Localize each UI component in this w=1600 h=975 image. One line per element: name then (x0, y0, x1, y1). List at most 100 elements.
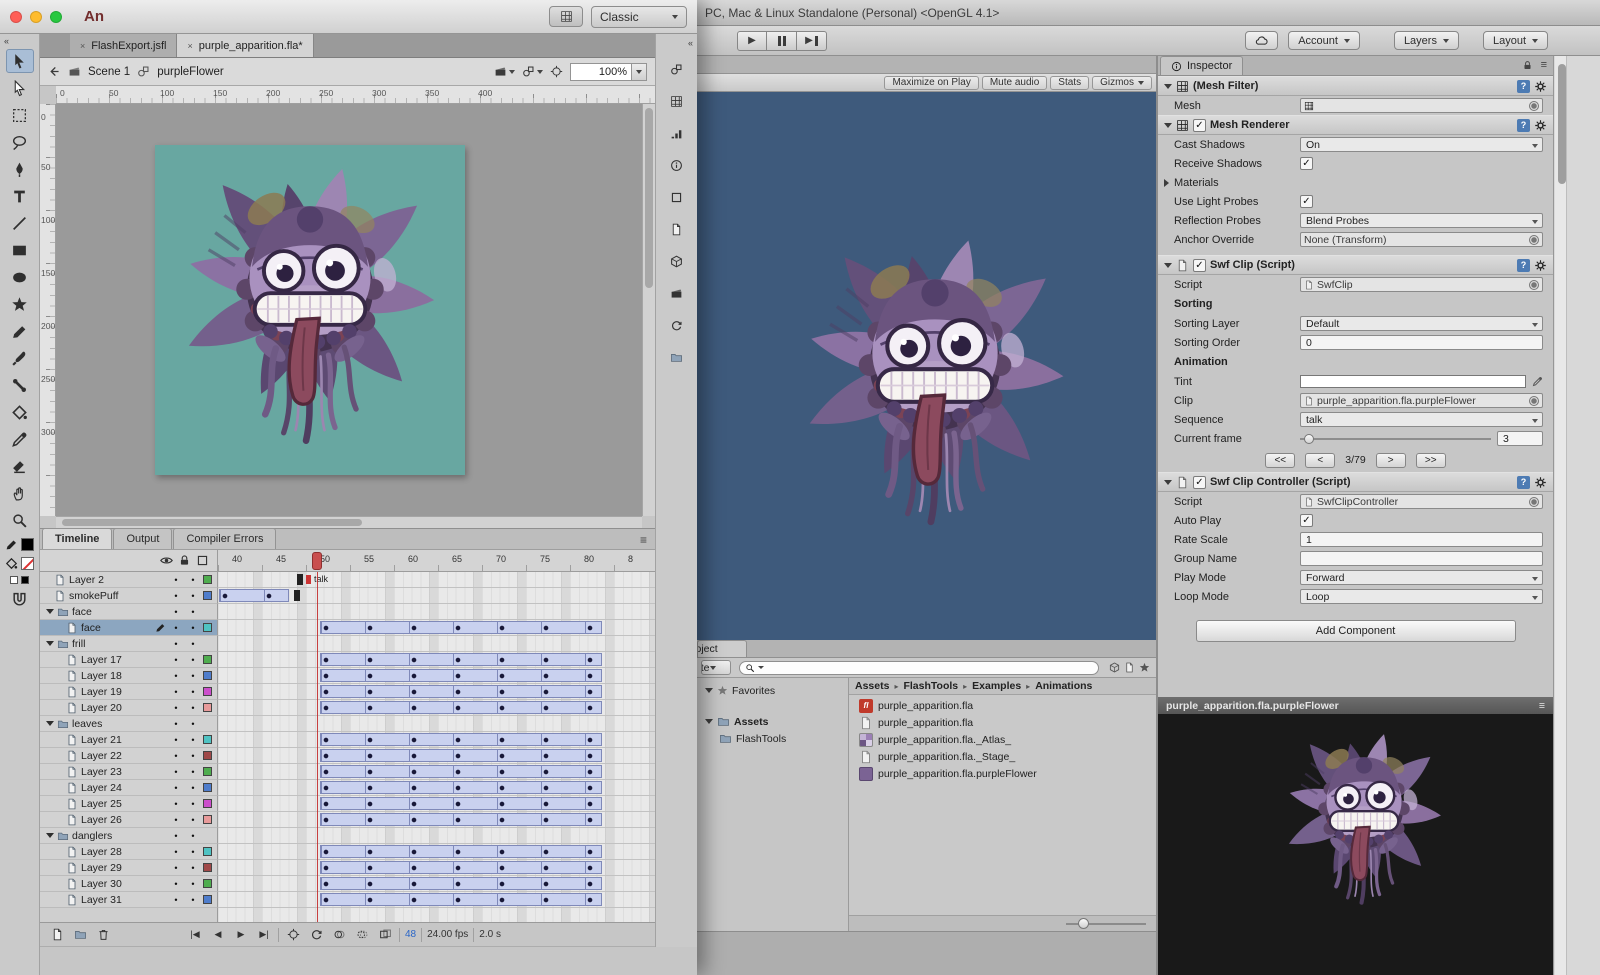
help-icon[interactable]: ? (1517, 119, 1530, 132)
stage-vertical-scrollbar[interactable] (642, 104, 655, 516)
frame-span[interactable] (320, 653, 602, 666)
delete-layer-button[interactable] (94, 927, 112, 943)
layer-frames[interactable] (218, 876, 655, 892)
zoom-dropdown-button[interactable] (632, 63, 647, 81)
search-by-label-icon[interactable] (1122, 660, 1137, 675)
create-button[interactable]: Create (701, 660, 731, 675)
breadcrumb-animations[interactable]: Animations (1035, 680, 1092, 692)
layer-color-swatch[interactable] (203, 735, 212, 744)
swap-colors-button[interactable] (21, 576, 29, 584)
first-frame-button[interactable]: << (1265, 453, 1295, 468)
maximize-on-play-toggle[interactable]: Maximize on Play (884, 76, 978, 90)
foldout-caret-icon[interactable] (1164, 84, 1172, 89)
property-row-materials[interactable]: Materials (1158, 173, 1553, 192)
collapse-panel-icon[interactable]: « (4, 36, 9, 46)
layout-dropdown[interactable]: Layout (1483, 31, 1548, 50)
close-tab-icon[interactable]: × (80, 41, 85, 51)
hand-tool[interactable] (6, 481, 34, 505)
layer-lock-dot[interactable]: • (186, 687, 200, 697)
frame-span[interactable] (320, 733, 602, 746)
breadcrumb-flashtools[interactable]: FlashTools (903, 680, 958, 692)
help-icon[interactable]: ? (1517, 476, 1530, 489)
layer-row[interactable]: Layer 24•• (40, 780, 218, 796)
layer-visibility-dot[interactable]: • (169, 639, 183, 649)
layer-frames[interactable]: talk (218, 572, 655, 588)
layer-visibility-dot[interactable]: • (169, 879, 183, 889)
stage-pasteboard[interactable] (56, 104, 642, 516)
inspector-menu-icon[interactable]: ≡ (1541, 59, 1547, 71)
frame-span[interactable] (320, 797, 602, 810)
component-header-swf-clip-controller[interactable]: ✓ Swf Clip Controller (Script) ? (1158, 472, 1553, 492)
show-hide-column-icon[interactable] (160, 554, 173, 567)
scrollbar-thumb[interactable] (1558, 64, 1566, 184)
outline-column-icon[interactable] (196, 554, 209, 567)
zoom-level-field[interactable]: 100% (570, 63, 632, 81)
pause-button[interactable] (767, 31, 797, 51)
layer-color-swatch[interactable] (203, 847, 212, 856)
gear-icon[interactable] (1534, 119, 1547, 132)
layer-row[interactable]: Layer 25•• (40, 796, 218, 812)
brush-tool[interactable] (6, 346, 34, 370)
layer-row[interactable]: Layer 18•• (40, 668, 218, 684)
scrollbar-thumb[interactable] (645, 108, 653, 288)
layer-frames[interactable] (218, 684, 655, 700)
layer-color-swatch[interactable] (203, 575, 212, 584)
layer-frames[interactable] (218, 620, 655, 636)
layer-frames[interactable] (218, 748, 655, 764)
controller-script-object-field[interactable]: SwfClipController (1300, 494, 1543, 509)
layer-color-swatch[interactable] (203, 623, 212, 632)
frame-span[interactable] (320, 701, 602, 714)
layer-visibility-dot[interactable]: • (169, 767, 183, 777)
layer-lock-dot[interactable]: • (186, 735, 200, 745)
layer-frames[interactable] (218, 844, 655, 860)
file-row[interactable]: purple_apparition.fla._Stage_ (849, 748, 1156, 765)
frame-ruler[interactable]: 40 45 50 55 60 65 70 75 80 8 (218, 550, 655, 571)
frame-span[interactable] (320, 845, 602, 858)
layer-frames[interactable] (218, 732, 655, 748)
layer-color-swatch[interactable] (203, 687, 212, 696)
layer-row-selected[interactable]: face •• (40, 620, 218, 636)
layer-color-swatch[interactable] (203, 767, 212, 776)
foldout-caret-icon[interactable] (1164, 480, 1172, 485)
foldout-caret-icon[interactable] (1164, 179, 1169, 187)
layer-lock-dot[interactable]: • (186, 671, 200, 681)
component-header-mesh-filter[interactable]: (Mesh Filter) ? (1158, 76, 1553, 96)
layer-row[interactable]: Layer 26•• (40, 812, 218, 828)
folder-caret-icon[interactable] (46, 721, 54, 726)
frame-span[interactable] (320, 781, 602, 794)
caret-down-icon[interactable] (705, 719, 713, 724)
frame-span[interactable] (320, 621, 602, 634)
sorting-layer-dropdown[interactable]: Default (1300, 316, 1543, 331)
layer-color-swatch[interactable] (203, 591, 212, 600)
project-search-input[interactable] (739, 661, 1099, 675)
inspector-scrollbar[interactable] (1555, 56, 1567, 975)
frame-span[interactable] (219, 589, 289, 602)
frame-span[interactable] (320, 877, 602, 890)
pen-tool[interactable] (6, 157, 34, 181)
layer-color-swatch[interactable] (203, 895, 212, 904)
component-header-swf-clip[interactable]: ✓ Swf Clip (Script) ? (1158, 255, 1553, 275)
layer-visibility-dot[interactable]: • (169, 671, 183, 681)
tab-timeline[interactable]: Timeline (42, 528, 112, 549)
layer-visibility-dot[interactable]: • (169, 591, 183, 601)
layer-lock-dot[interactable]: • (186, 575, 200, 585)
layer-lock-dot[interactable]: • (186, 607, 200, 617)
layer-color-swatch[interactable] (203, 703, 212, 712)
step-back-button[interactable]: ◀ (209, 927, 227, 943)
gear-icon[interactable] (1534, 80, 1547, 93)
layer-row[interactable]: Layer 22•• (40, 748, 218, 764)
layer-color-swatch[interactable] (203, 655, 212, 664)
receive-shadows-checkbox[interactable]: ✓ (1300, 157, 1313, 170)
layer-color-swatch[interactable] (203, 751, 212, 760)
subselection-tool[interactable] (6, 76, 34, 100)
breadcrumb-scene[interactable]: Scene 1 (88, 66, 130, 78)
frame-span[interactable] (320, 813, 602, 826)
clip-object-field[interactable]: purple_apparition.fla.purpleFlower (1300, 393, 1543, 408)
layer-lock-dot[interactable]: • (186, 719, 200, 729)
frame-rate-indicator[interactable]: 24.00 fps (427, 929, 468, 940)
tab-project[interactable]: Project (697, 640, 747, 657)
folder-caret-icon[interactable] (46, 609, 54, 614)
color-panel-icon[interactable] (665, 58, 689, 80)
sorting-order-field[interactable]: 0 (1300, 335, 1543, 350)
layer-folder-row[interactable]: danglers •• (40, 828, 218, 844)
